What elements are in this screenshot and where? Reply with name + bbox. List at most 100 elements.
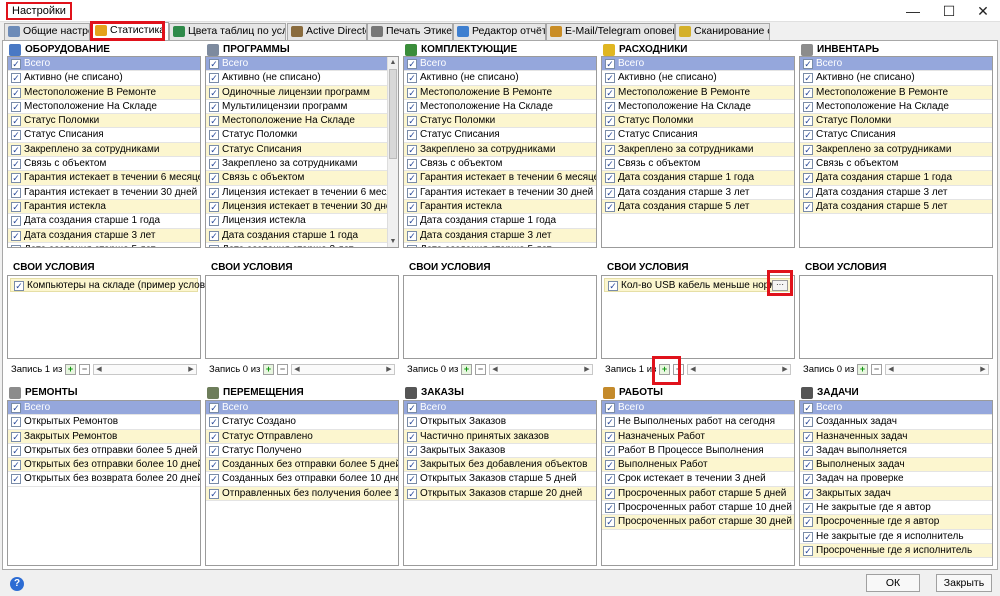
checkbox[interactable]: ✓ xyxy=(605,101,615,112)
checkbox[interactable]: ✓ xyxy=(11,130,21,141)
checkbox[interactable]: ✓ xyxy=(11,173,21,184)
custom-condition-row[interactable]: ✓ Кол-во USB кабель меньше нормы ··· xyxy=(604,278,792,292)
checkbox[interactable]: ✓ xyxy=(803,59,813,69)
filter-row[interactable]: ✓ Созданных задач xyxy=(800,415,992,430)
filter-row[interactable]: ✓ Закрытых задач xyxy=(800,486,992,502)
checkbox[interactable]: ✓ xyxy=(605,130,615,141)
filter-row[interactable]: ✓ Закреплено за сотрудниками xyxy=(404,142,596,158)
filter-row[interactable]: ✓ Гарантия истекает в течении 6 месяцев xyxy=(404,171,596,186)
filter-row[interactable]: ✓ Дата создания старше 1 года xyxy=(404,214,596,229)
filter-row[interactable]: ✓ Активно (не списано) xyxy=(206,71,387,86)
remove-condition-button[interactable]: − xyxy=(277,364,288,375)
filter-row[interactable]: ✓ Статус Отправлено xyxy=(206,429,398,444)
filter-row[interactable]: ✓ Открытых без отправки более 5 дней xyxy=(8,443,200,459)
filter-row[interactable]: ✓ Местоположение На Складе xyxy=(206,114,387,129)
checkbox[interactable]: ✓ xyxy=(803,445,813,456)
filter-row[interactable]: ✓ Всего xyxy=(800,401,992,416)
filter-row[interactable]: ✓ Статус Списания xyxy=(800,128,992,143)
horizontal-scrollbar[interactable]: ◀ ▶ xyxy=(93,364,197,375)
filter-row[interactable]: ✓ Местоположение На Складе xyxy=(800,99,992,115)
filter-row[interactable]: ✓ Дата создания старше 1 года xyxy=(206,228,387,243)
checkbox[interactable]: ✓ xyxy=(803,73,813,84)
filter-row[interactable]: ✓Отправленных без получения более 10 дне… xyxy=(206,486,398,502)
filter-row[interactable]: ✓ Задач на проверке xyxy=(800,472,992,487)
checkbox[interactable]: ✓ xyxy=(209,474,219,485)
checkbox[interactable]: ✓ xyxy=(605,73,615,84)
checkbox[interactable]: ✓ xyxy=(11,159,21,170)
filter-row[interactable]: ✓ Созданных без отправки более 10 дней xyxy=(206,472,398,487)
checkbox[interactable]: ✓ xyxy=(407,474,417,485)
add-condition-button[interactable]: + xyxy=(857,364,868,375)
checkbox[interactable]: ✓ xyxy=(11,431,21,442)
checkbox[interactable]: ✓ xyxy=(407,417,417,428)
checkbox[interactable]: ✓ xyxy=(209,159,219,170)
remove-condition-button[interactable]: − xyxy=(475,364,486,375)
ok-button[interactable]: ОК xyxy=(866,574,920,592)
close-dialog-button[interactable]: Закрыть xyxy=(936,574,992,592)
filter-row[interactable]: ✓ Связь с объектом xyxy=(404,157,596,172)
checkbox[interactable]: ✓ xyxy=(209,101,219,112)
checkbox[interactable]: ✓ xyxy=(11,201,21,212)
filter-row[interactable]: ✓Дата создания старше 3 лет xyxy=(602,185,794,200)
checkbox[interactable]: ✓ xyxy=(803,474,813,485)
checkbox[interactable]: ✓ xyxy=(209,244,219,247)
checkbox[interactable]: ✓ xyxy=(803,159,813,170)
checkbox[interactable]: ✓ xyxy=(11,445,21,456)
filter-row[interactable]: ✓ Закрытых без добавления объектов xyxy=(404,458,596,473)
checkbox[interactable]: ✓ xyxy=(209,59,219,69)
checkbox[interactable]: ✓ xyxy=(209,488,219,499)
checkbox[interactable]: ✓ xyxy=(605,201,615,212)
checkbox[interactable]: ✓ xyxy=(209,144,219,155)
checkbox[interactable]: ✓ xyxy=(11,187,21,198)
checkbox[interactable]: ✓ xyxy=(407,230,417,241)
filter-row[interactable]: ✓ Статус Создано xyxy=(206,415,398,430)
checkbox[interactable]: ✓ xyxy=(605,116,615,127)
checkbox[interactable]: ✓ xyxy=(11,244,21,247)
add-condition-button[interactable]: + xyxy=(65,364,76,375)
filter-row[interactable]: ✓ Мультилицензии программ xyxy=(206,99,387,115)
scroll-left-icon[interactable]: ◀ xyxy=(886,365,896,374)
edit-condition-button[interactable]: ··· xyxy=(772,280,788,291)
checkbox[interactable]: ✓ xyxy=(605,403,615,413)
checkbox[interactable]: ✓ xyxy=(11,460,21,471)
checkbox[interactable]: ✓ xyxy=(209,173,219,184)
checkbox[interactable]: ✓ xyxy=(605,517,615,528)
checkbox[interactable]: ✓ xyxy=(11,474,21,485)
filter-row[interactable]: ✓ Статус Получено xyxy=(206,443,398,459)
remove-condition-button[interactable]: − xyxy=(871,364,882,375)
horizontal-scrollbar[interactable]: ◀ ▶ xyxy=(489,364,593,375)
checkbox[interactable]: ✓ xyxy=(803,545,813,556)
checkbox[interactable]: ✓ xyxy=(407,244,417,247)
checkbox[interactable]: ✓ xyxy=(209,417,219,428)
checkbox[interactable]: ✓ xyxy=(407,445,417,456)
horizontal-scrollbar[interactable]: ◀ ▶ xyxy=(291,364,395,375)
checkbox[interactable]: ✓ xyxy=(209,187,219,198)
checkbox[interactable]: ✓ xyxy=(11,116,21,127)
checkbox[interactable]: ✓ xyxy=(803,87,813,98)
tab-report[interactable]: Редактор отчётов xyxy=(453,23,546,40)
scroll-right-icon[interactable]: ▶ xyxy=(384,365,394,374)
filter-row[interactable]: ✓ Выполненых задач xyxy=(800,458,992,473)
filter-row[interactable]: ✓ Закрытых Ремонтов xyxy=(8,429,200,444)
checkbox[interactable]: ✓ xyxy=(11,230,21,241)
filter-row[interactable]: ✓ Просроченных работ старше 30 дней xyxy=(602,515,794,530)
checkbox[interactable]: ✓ xyxy=(11,144,21,155)
filter-row[interactable]: ✓Дата создания старше 5 лет xyxy=(404,242,596,247)
filter-row[interactable]: ✓ Открытых Заказов старше 20 дней xyxy=(404,486,596,502)
checkbox[interactable]: ✓ xyxy=(803,417,813,428)
checkbox[interactable]: ✓ xyxy=(11,101,21,112)
filter-row[interactable]: ✓ Местоположение В Ремонте xyxy=(800,85,992,100)
filter-row[interactable]: ✓ Связь с объектом xyxy=(8,157,200,172)
filter-row[interactable]: ✓ Активно (не списано) xyxy=(404,71,596,86)
filter-row[interactable]: ✓ Лицензия истекает в течении 30 дней xyxy=(206,199,387,215)
scroll-down-icon[interactable]: ▼ xyxy=(388,236,398,247)
horizontal-scrollbar[interactable]: ◀ ▶ xyxy=(687,364,791,375)
filter-row[interactable]: ✓ Местоположение На Складе xyxy=(404,99,596,115)
filter-row[interactable]: ✓ Статус Списания xyxy=(404,128,596,143)
checkbox[interactable]: ✓ xyxy=(605,187,615,198)
filter-row[interactable]: ✓ Частично принятых заказов xyxy=(404,429,596,444)
filter-row[interactable]: ✓ Просроченных работ старше 10 дней xyxy=(602,501,794,516)
filter-row[interactable]: ✓ Закрытых Заказов xyxy=(404,443,596,459)
checkbox[interactable]: ✓ xyxy=(407,159,417,170)
filter-row[interactable]: ✓ Местоположение В Ремонте xyxy=(602,85,794,100)
